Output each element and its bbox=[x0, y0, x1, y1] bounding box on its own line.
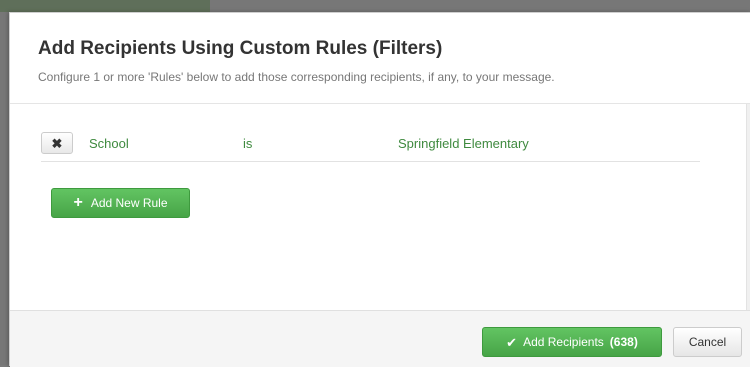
modal-scrollbar[interactable] bbox=[746, 104, 750, 310]
checkmark-icon: ✔ bbox=[506, 334, 518, 350]
remove-rule-button[interactable]: ✖ bbox=[41, 132, 73, 154]
plus-icon: + bbox=[73, 194, 83, 211]
custom-rules-modal: Add Recipients Using Custom Rules (Filte… bbox=[9, 12, 750, 367]
rule-row: ✖ School is Springfield Elementary bbox=[41, 128, 700, 162]
modal-subtitle: Configure 1 or more 'Rules' below to add… bbox=[38, 70, 555, 84]
cancel-button[interactable]: Cancel bbox=[673, 327, 742, 357]
add-recipients-label: Add Recipients bbox=[523, 335, 604, 349]
recipient-count: (638) bbox=[609, 335, 638, 349]
backdrop-accent bbox=[0, 0, 210, 12]
modal-header: Add Recipients Using Custom Rules (Filte… bbox=[10, 13, 750, 104]
modal-footer: ✔ Add Recipients (638) Cancel bbox=[10, 310, 750, 367]
add-new-rule-label: Add New Rule bbox=[90, 196, 168, 210]
rule-field[interactable]: School bbox=[89, 136, 129, 151]
add-new-rule-button[interactable]: + Add New Rule bbox=[51, 188, 190, 218]
close-icon: ✖ bbox=[51, 135, 63, 151]
add-recipients-button[interactable]: ✔ Add Recipients (638) bbox=[482, 327, 662, 357]
rule-value[interactable]: Springfield Elementary bbox=[398, 136, 529, 151]
modal-body: ✖ School is Springfield Elementary + Add… bbox=[10, 104, 750, 310]
modal-title: Add Recipients Using Custom Rules (Filte… bbox=[38, 38, 443, 59]
rule-operator[interactable]: is bbox=[243, 136, 252, 151]
